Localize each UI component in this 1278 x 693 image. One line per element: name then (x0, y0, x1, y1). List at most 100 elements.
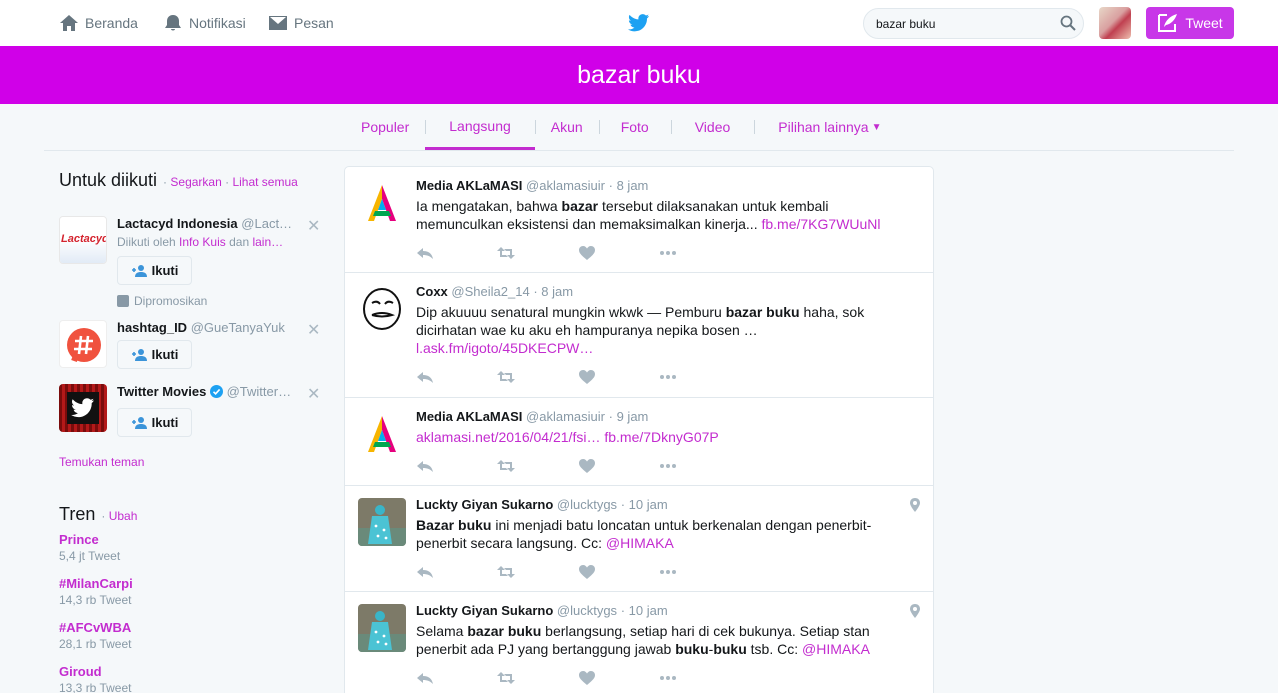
nav-notifications[interactable]: Notifikasi (163, 13, 246, 33)
like-button[interactable] (578, 244, 659, 262)
tweet-author-name[interactable]: Media AKLaMASI (416, 409, 522, 424)
search-input[interactable] (863, 8, 1084, 39)
compose-icon (1158, 14, 1178, 32)
follow-button[interactable]: Ikuti (117, 340, 192, 369)
like-button[interactable] (578, 563, 659, 581)
tweet-author-handle[interactable]: @lucktygs (557, 497, 617, 512)
tweet-link[interactable]: aklamasi.net/2016/04/21/fsi… (416, 429, 600, 445)
account-avatar[interactable]: Lactacyd (59, 216, 107, 264)
tab-label: Populer (361, 119, 410, 135)
refresh-link[interactable]: Segarkan (170, 175, 221, 189)
tweet-mention[interactable]: @HIMAKA (802, 641, 870, 657)
user-avatar[interactable] (1099, 7, 1131, 39)
reply-button[interactable] (416, 244, 497, 262)
tweet-link[interactable]: fb.me/7KG7WUuNl (761, 216, 880, 232)
account-handle: @Twitter… (226, 384, 292, 399)
trend-item[interactable]: #MilanCarpi 14,3 rb Tweet (59, 576, 133, 607)
change-trends-link[interactable]: Ubah (109, 509, 138, 523)
close-icon[interactable]: ✕ (307, 320, 320, 340)
nav-home[interactable]: Beranda (59, 13, 138, 33)
tweet[interactable]: Luckty Giyan Sukarno @lucktygs · 10 jam … (345, 592, 933, 693)
reply-button[interactable] (416, 563, 497, 581)
retweet-button[interactable] (497, 563, 578, 581)
reply-button[interactable] (416, 669, 497, 687)
tweet-avatar[interactable] (358, 285, 406, 333)
tab-foto[interactable]: Foto (598, 104, 671, 150)
tweet-author-handle[interactable]: @Sheila2_14 (451, 284, 529, 299)
tweet-timestamp[interactable]: 8 jam (541, 284, 573, 299)
tweet-actions (416, 368, 740, 386)
trend-item[interactable]: Prince 5,4 jt Tweet (59, 532, 120, 563)
like-icon (578, 670, 596, 686)
view-all-link[interactable]: Lihat semua (232, 175, 297, 189)
tweet-avatar[interactable] (358, 604, 406, 652)
search-icon[interactable] (1060, 15, 1076, 31)
retweet-button[interactable] (497, 669, 578, 687)
close-icon[interactable]: ✕ (307, 384, 320, 404)
tweet-link[interactable]: fb.me/7DknyG07P (604, 429, 718, 445)
account-name-row[interactable]: Twitter Movies @Twitter… (117, 384, 297, 399)
tab-akun[interactable]: Akun (534, 104, 599, 150)
more-button[interactable] (659, 368, 740, 386)
find-friends-link[interactable]: Temukan teman (59, 455, 144, 469)
context-user-link[interactable]: Info Kuis (179, 235, 226, 249)
trend-item[interactable]: #AFCvWBA 28,1 rb Tweet (59, 620, 132, 651)
tweet[interactable]: Media AKLaMASI @aklamasiuir · 8 jam Ia m… (345, 167, 933, 273)
tweet-author-name[interactable]: Luckty Giyan Sukarno (416, 497, 553, 512)
tweet[interactable]: Media AKLaMASI @aklamasiuir · 9 jam akla… (345, 398, 933, 486)
retweet-button[interactable] (497, 368, 578, 386)
reply-button[interactable] (416, 368, 497, 386)
tweet-timestamp[interactable]: 9 jam (617, 409, 649, 424)
like-button[interactable] (578, 669, 659, 687)
tweet-author-handle[interactable]: @lucktygs (557, 603, 617, 618)
like-button[interactable] (578, 368, 659, 386)
retweet-button[interactable] (497, 457, 578, 475)
account-name-row[interactable]: hashtag_ID @GueTanyaYuk (117, 320, 297, 335)
tab-more-options[interactable]: Pilihan lainnya ▼ (754, 104, 905, 150)
tweet-author-name[interactable]: Coxx (416, 284, 448, 299)
compose-tweet-button[interactable]: Tweet (1146, 7, 1234, 39)
nav-notifications-label: Notifikasi (189, 15, 246, 31)
tab-populer[interactable]: Populer (345, 104, 425, 150)
nav-messages[interactable]: Pesan (268, 13, 334, 33)
tweet-avatar[interactable] (358, 179, 406, 227)
tab-langsung[interactable]: Langsung (425, 104, 535, 150)
tweet-author-name[interactable]: Media AKLaMASI (416, 178, 522, 193)
twitter-bird-icon[interactable] (628, 13, 650, 33)
location-icon[interactable] (910, 604, 920, 618)
tweet-mention[interactable]: @HIMAKA (606, 535, 674, 551)
tweet[interactable]: Coxx @Sheila2_14 · 8 jam Dip akuuuu sena… (345, 273, 933, 398)
reply-icon (416, 458, 434, 474)
tweet-link[interactable]: l.ask.fm/igoto/45DKECPW… (416, 340, 593, 356)
context-more-link[interactable]: lain… (252, 235, 283, 249)
tweet-avatar[interactable] (358, 498, 406, 546)
account-avatar[interactable] (59, 320, 107, 368)
trends-header: Tren · Ubah (59, 504, 329, 525)
like-button[interactable] (578, 457, 659, 475)
more-button[interactable] (659, 669, 740, 687)
account-avatar[interactable] (59, 384, 107, 432)
follow-button[interactable]: Ikuti (117, 256, 192, 285)
tab-video[interactable]: Video (670, 104, 755, 150)
location-icon[interactable] (910, 498, 920, 512)
more-button[interactable] (659, 563, 740, 581)
tweet-avatar[interactable] (358, 410, 406, 458)
more-button[interactable] (659, 244, 740, 262)
close-icon[interactable]: ✕ (307, 216, 320, 236)
text-segment: Dip akuuuu senatural mungkin wkwk — Pemb… (416, 304, 726, 320)
more-button[interactable] (659, 457, 740, 475)
text-segment: Selama (416, 623, 468, 639)
tweet-author-handle[interactable]: @aklamasiuir (526, 409, 605, 424)
tweet-timestamp[interactable]: 8 jam (617, 178, 649, 193)
trend-item[interactable]: Giroud 13,3 rb Tweet (59, 664, 132, 693)
tweet-author-handle[interactable]: @aklamasiuir (526, 178, 605, 193)
more-icon (659, 245, 677, 261)
retweet-button[interactable] (497, 244, 578, 262)
tweet-timestamp[interactable]: 10 jam (629, 603, 668, 618)
account-name-row[interactable]: Lactacyd Indonesia @Lact… (117, 216, 297, 231)
reply-button[interactable] (416, 457, 497, 475)
tweet[interactable]: Luckty Giyan Sukarno @lucktygs · 10 jam … (345, 486, 933, 592)
tweet-author-name[interactable]: Luckty Giyan Sukarno (416, 603, 553, 618)
follow-button[interactable]: Ikuti (117, 408, 192, 437)
tweet-timestamp[interactable]: 10 jam (629, 497, 668, 512)
